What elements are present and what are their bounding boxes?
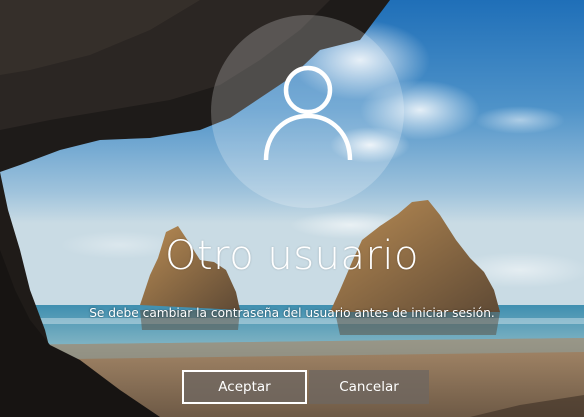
login-screen: Otro usuario Se debe cambiar la contrase… [0, 0, 584, 417]
username-label: Otro usuario [164, 233, 419, 279]
password-change-message: Se debe cambiar la contraseña del usuari… [89, 306, 495, 320]
user-icon [263, 65, 352, 160]
cancel-button[interactable]: Cancelar [309, 370, 429, 404]
accept-button[interactable]: Aceptar [182, 370, 307, 404]
user-avatar [211, 15, 404, 208]
